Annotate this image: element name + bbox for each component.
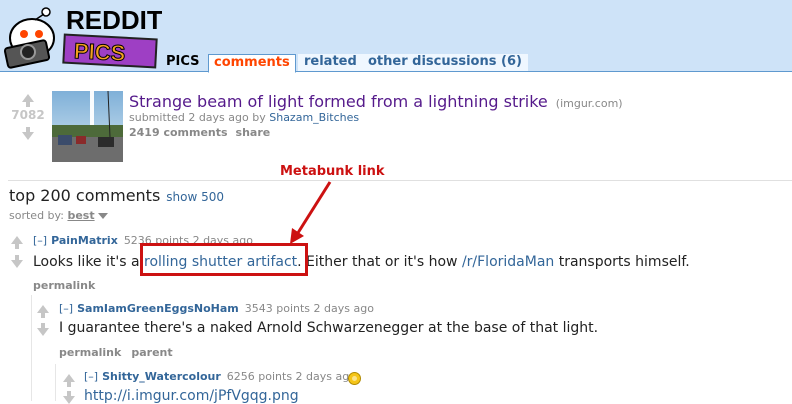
post-domain[interactable]: (imgur.com) [556,97,623,110]
comment-text: transports himself. [558,254,690,270]
reddit-pics-logo[interactable]: REDDIT PICS [2,2,163,70]
post-tagline: submitted 2 days ago by Shazam_Bitches [129,111,359,124]
tab-related[interactable]: related [298,54,363,71]
post-flat-list: 2419 comments share [129,126,278,139]
tab-other-discussions[interactable]: other discussions (6) [362,54,528,71]
annotation-arrow-icon [290,181,332,244]
comment-tagline: [–] SamIamGreenEggsNoHam 3543 points 2 day… [59,302,374,315]
tagline-prefix: submitted 2 days ago by [129,111,266,124]
comments-title: top 200 comments show 500 [9,186,224,205]
gold-award-icon [348,372,361,385]
annotation-highlight-box [140,243,308,276]
florida-man-link[interactable]: /r/FloridaMan [462,254,554,270]
show-more-link[interactable]: show 500 [166,190,224,204]
imgur-link[interactable]: http://i.imgur.com/jPfVgqg.png [84,388,299,404]
parent-button[interactable]: parent [131,346,172,359]
comment-buttons: permalink [33,279,105,292]
thread-line [31,295,32,401]
collapse-toggle[interactable]: [–] [84,370,98,383]
comment-tagline: [–] Shitty_Watercolour 6256 points 2 days … [84,370,356,383]
downvote-arrow-icon[interactable] [22,127,34,140]
comment-buttons: permalink parent [59,346,183,359]
sort-menu: sorted by: best [9,209,108,222]
comment-body: I guarantee there's a naked Arnold Schwa… [59,320,599,336]
comment-downvote-icon[interactable] [37,323,49,336]
comment-upvote-icon[interactable] [63,374,75,387]
comments-title-text: top 200 comments [9,186,161,205]
sorted-label: sorted by: [9,209,64,222]
comment-upvote-icon[interactable] [37,305,49,318]
collapse-toggle[interactable]: [–] [59,302,73,315]
comment-author-link[interactable]: PainMatrix [51,234,118,247]
divider [8,180,792,181]
collapse-toggle[interactable]: [–] [33,234,47,247]
annotation-label: Metabunk link [280,164,385,179]
tab-subreddit-name[interactable]: PICS [166,54,200,70]
comment-text: Looks like it's a [33,254,140,270]
comment-author-link[interactable]: Shitty_Watercolour [102,370,221,383]
chevron-down-icon[interactable] [97,213,108,219]
post-score: 7082 [11,108,45,122]
share-link[interactable]: share [236,126,271,139]
comment-meta: 3543 points 2 days ago [244,302,374,315]
permalink-button[interactable]: permalink [33,279,95,292]
svg-text:PICS: PICS [73,38,126,66]
comment-body: http://i.imgur.com/jPfVgqg.png [84,388,299,404]
thread-line [55,364,56,401]
comment-author-link[interactable]: SamIamGreenEggsNoHam [77,302,239,315]
header-bar: REDDIT PICS PICS comments related other … [0,0,792,73]
permalink-button[interactable]: permalink [59,346,121,359]
comment-downvote-icon[interactable] [11,255,23,268]
upvote-arrow-icon[interactable] [22,94,34,107]
comment-body: Looks like it's a rolling shutter artifa… [33,254,690,270]
comments-count-link[interactable]: 2419 comments [129,126,228,139]
comment-upvote-icon[interactable] [11,236,23,249]
svg-text:REDDIT: REDDIT [66,5,162,35]
post-thumbnail[interactable] [52,91,123,162]
sort-dropdown[interactable]: best [67,209,94,222]
post-author-link[interactable]: Shazam_Bitches [269,111,359,124]
post-title-text[interactable]: Strange beam of light formed from a ligh… [129,92,548,111]
comment-meta: 6256 points 2 days ago [226,370,356,383]
comment-downvote-icon[interactable] [63,391,75,404]
tab-comments[interactable]: comments [208,54,296,73]
post-title[interactable]: Strange beam of light formed from a ligh… [129,92,623,111]
comment-text: . Either that or it's how [297,254,458,270]
